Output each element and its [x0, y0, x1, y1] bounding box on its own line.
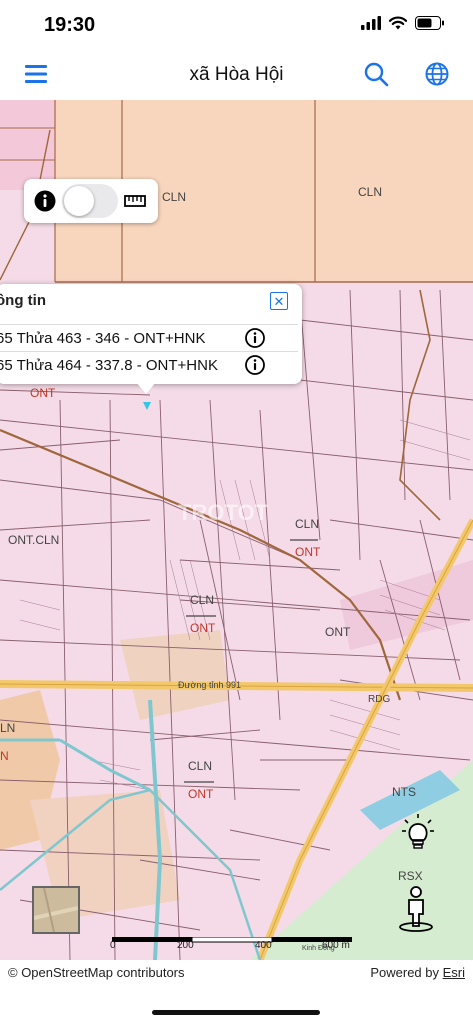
globe-icon: [425, 62, 449, 91]
status-time: 19:30: [44, 14, 96, 36]
attribution-bar: © OpenStreetMap contributors Powered by …: [0, 960, 473, 986]
person-icon: [398, 886, 434, 936]
search-button[interactable]: [362, 62, 390, 90]
scale-label: 600 m: [322, 940, 350, 951]
watermark: TROTOT: [178, 500, 269, 525]
powered-by: Powered by Esri: [370, 965, 465, 980]
tool-panel: [24, 179, 158, 223]
popup-title: ông tin: [0, 292, 46, 309]
nav-bar: xã Hòa Hội: [0, 52, 473, 101]
powered-by-prefix: Powered by: [370, 965, 443, 980]
map-label: CLN: [295, 517, 319, 531]
map-label: LN: [0, 721, 15, 735]
info-icon[interactable]: [245, 355, 265, 375]
map-label: NTS: [392, 785, 416, 799]
basemap-thumbnail[interactable]: [32, 886, 80, 934]
globe-button[interactable]: [423, 62, 451, 90]
map-label: RSX: [398, 869, 423, 883]
info-icon[interactable]: [245, 328, 265, 348]
map-label: ONT: [30, 386, 56, 400]
signal-icon: [361, 16, 381, 35]
esri-link[interactable]: Esri: [443, 965, 465, 980]
wifi-icon: [388, 16, 408, 35]
map-label: ONT: [190, 621, 216, 635]
road-label: Đường tỉnh 991: [178, 680, 241, 690]
battery-icon: [415, 16, 445, 35]
attribution-text: © OpenStreetMap contributors: [8, 965, 185, 980]
status-icons: [361, 16, 445, 35]
toggle-knob: [64, 186, 94, 216]
info-icon[interactable]: [34, 190, 56, 217]
map-label: CLN: [162, 190, 186, 204]
parcel-info-text: 65 Thửa 464 - 337.8 - ONT+HNK: [0, 357, 218, 374]
streetview-button[interactable]: [398, 886, 434, 932]
map-label: CLN: [190, 593, 214, 607]
popup-pointer: [136, 382, 156, 394]
map-label: CLN: [358, 185, 382, 199]
lightbulb-button[interactable]: [401, 813, 435, 851]
map-label: N: [0, 749, 9, 763]
page-title: xã Hòa Hội: [189, 64, 284, 85]
parcel-info-text: 65 Thửa 463 - 346 - ONT+HNK: [0, 330, 206, 347]
popup-row[interactable]: 65 Thửa 463 - 346 - ONT+HNK: [0, 324, 298, 352]
lightbulb-icon: [401, 814, 435, 855]
map-label: CLN: [188, 759, 212, 773]
scale-label: 0: [110, 940, 116, 951]
map-label: RDG: [368, 694, 390, 705]
mode-toggle[interactable]: [62, 184, 118, 218]
map-label: ONT: [295, 545, 321, 559]
info-popup: ông tin ✕ 65 Thửa 463 - 346 - ONT+HNK 65…: [0, 284, 302, 384]
search-icon: [363, 61, 389, 92]
scale-label: 400: [255, 940, 272, 951]
close-button[interactable]: ✕: [270, 292, 288, 310]
popup-row[interactable]: 65 Thửa 464 - 337.8 - ONT+HNK: [0, 351, 298, 379]
status-bar: 19:30: [0, 0, 473, 52]
scale-bar: [112, 932, 352, 954]
map-label: ONT: [188, 787, 214, 801]
home-indicator: [152, 1010, 320, 1015]
map-label: ONT: [325, 625, 351, 639]
map-label: ONT.CLN: [8, 533, 59, 547]
scale-label: 200: [177, 940, 194, 951]
close-icon: ✕: [273, 293, 285, 309]
ruler-icon[interactable]: [124, 194, 146, 213]
